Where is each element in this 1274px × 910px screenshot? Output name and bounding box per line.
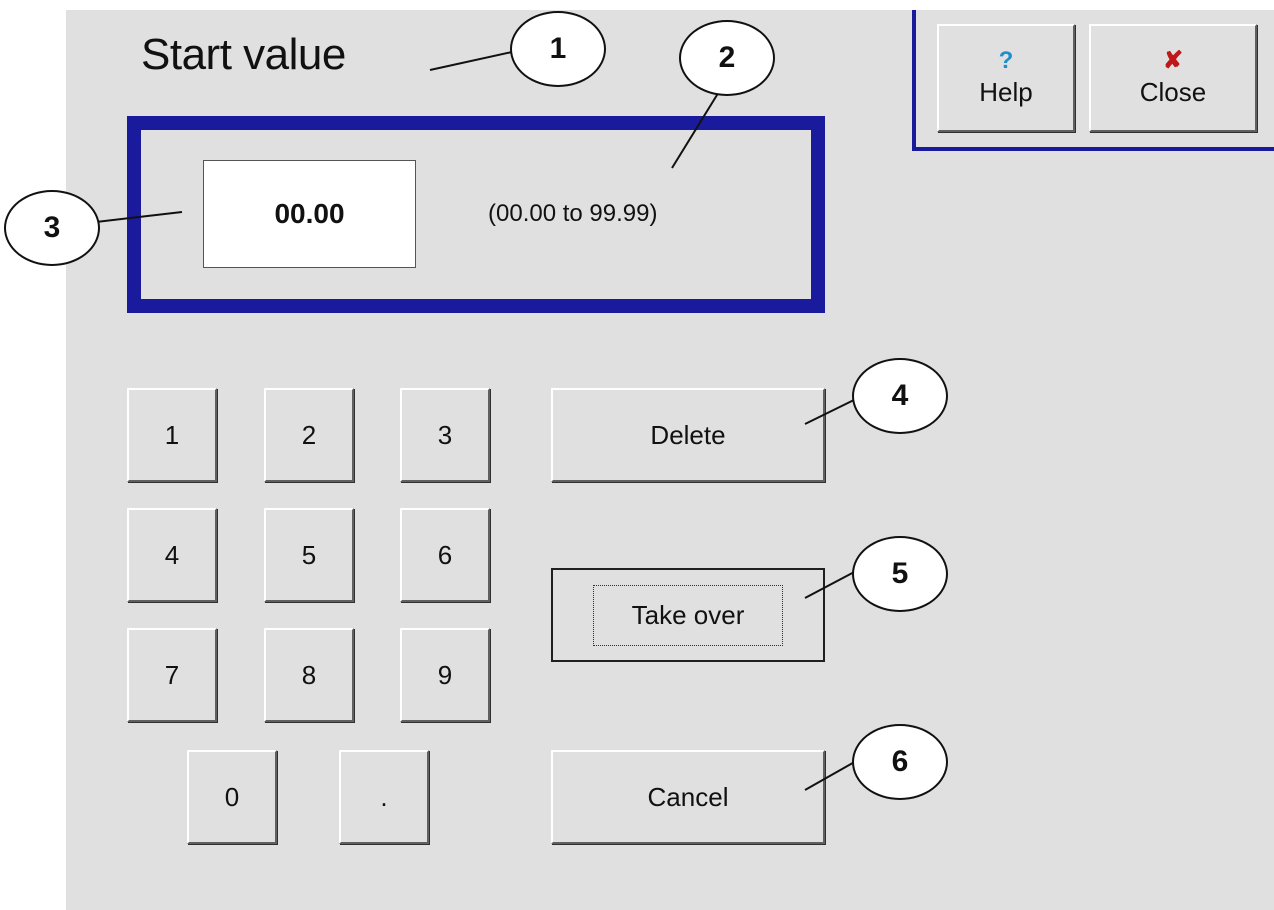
- leader-line-5: [804, 569, 859, 599]
- callout-5: 5: [852, 536, 948, 612]
- callout-6: 6: [852, 724, 948, 800]
- callout-1: 1: [510, 11, 606, 87]
- leader-line-3: [95, 211, 183, 223]
- leader-line-1: [429, 51, 513, 71]
- leader-line-6: [804, 759, 859, 791]
- callout-4: 4: [852, 358, 948, 434]
- callout-2: 2: [679, 20, 775, 96]
- leader-line-4: [804, 397, 859, 425]
- callout-3: 3: [4, 190, 100, 266]
- callout-leader-lines: [95, 51, 859, 791]
